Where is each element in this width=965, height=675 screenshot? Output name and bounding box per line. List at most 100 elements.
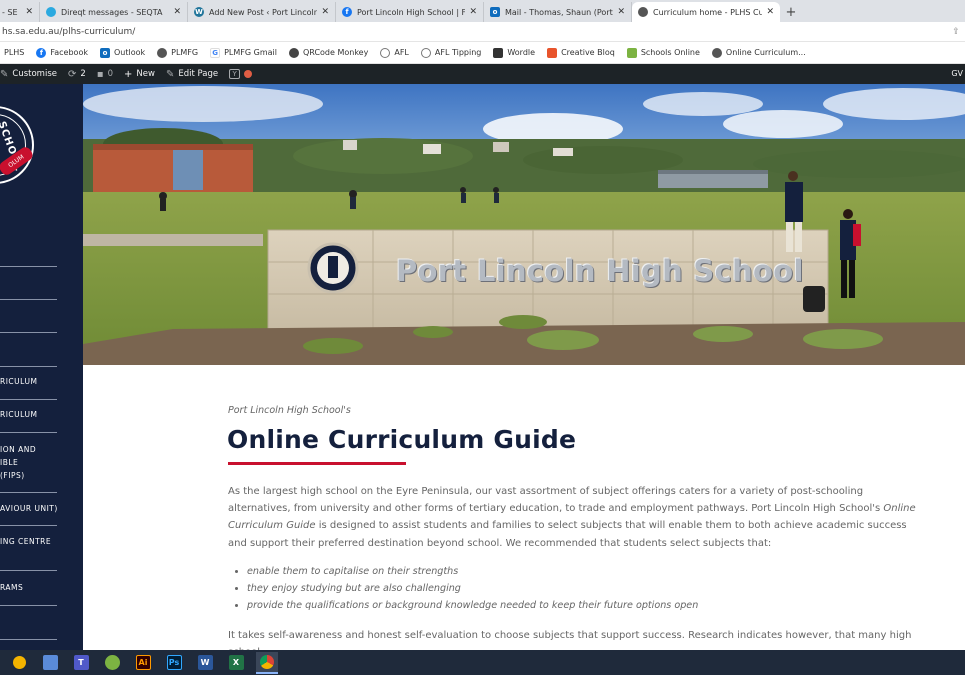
bookmark-label: Creative Bloq: [561, 48, 615, 57]
bookmark-schools-online[interactable]: Schools Online: [626, 47, 700, 58]
url-text[interactable]: hs.sa.edu.au/plhs-curriculum/: [2, 27, 947, 37]
bookmark-label: Online Curriculum...: [725, 48, 806, 57]
updates-link[interactable]: ⟳ 2: [68, 69, 86, 80]
bookmark-label: Outlook: [113, 48, 146, 57]
school-crest-logo[interactable]: SCHOOL OLUM: [0, 106, 35, 184]
afl-icon: [380, 47, 391, 58]
creative-bloq-icon: [547, 47, 558, 58]
bookmark-qrcode-monkey[interactable]: QRCode Monkey: [288, 47, 369, 58]
bookmark-label: PLHS: [4, 48, 25, 57]
nav-divider: [0, 639, 57, 640]
bookmark-label: QRCode Monkey: [302, 48, 369, 57]
taskbar-globe-icon[interactable]: [101, 652, 123, 674]
bookmark-label: Wordle: [507, 48, 536, 57]
customise-link[interactable]: ✎ Customise: [0, 69, 57, 80]
sidebar-item-behaviour-unit[interactable]: AVIOUR UNIT): [0, 502, 58, 515]
taskbar-word-icon[interactable]: W: [194, 652, 216, 674]
tab-label: Add New Post ‹ Port Lincoln Hig: [209, 7, 318, 17]
site-sidebar: SCHOOL OLUM RICULUM RICULUM ION AND IBLE…: [0, 84, 83, 650]
new-tab-button[interactable]: +: [780, 2, 802, 22]
comments-link[interactable]: ▪ 0: [97, 69, 113, 80]
edit-page-link[interactable]: ✎ Edit Page: [166, 69, 218, 80]
wordle-grid-icon: [493, 47, 504, 58]
address-bar[interactable]: hs.sa.edu.au/plhs-curriculum/ ⇪: [0, 22, 965, 42]
taskbar-file-explorer-icon[interactable]: [39, 652, 61, 674]
bookmark-label: PLMFG: [171, 48, 199, 57]
pencil-icon: ✎: [165, 68, 175, 80]
refresh-icon: ⟳: [67, 68, 77, 80]
close-icon[interactable]: ✕: [469, 7, 477, 17]
bookmark-plhs[interactable]: PLHS: [4, 48, 24, 57]
sidebar-item-curriculum-2[interactable]: RICULUM: [0, 408, 37, 421]
close-icon[interactable]: ✕: [25, 7, 33, 17]
nav-divider: [0, 525, 57, 526]
share-icon[interactable]: ⇪: [947, 27, 965, 37]
seo-link[interactable]: Y: [229, 69, 253, 79]
sidebar-item-programs[interactable]: RAMS: [0, 581, 23, 594]
bookmark-afl[interactable]: AFL: [380, 47, 409, 58]
nav-divider: [0, 399, 57, 400]
taskbar-ie-icon[interactable]: [8, 652, 30, 674]
nav-divider: [0, 366, 57, 367]
taskbar-excel-icon[interactable]: X: [225, 652, 247, 674]
browser-tab-add-new-post[interactable]: W Add New Post ‹ Port Lincoln Hig ✕: [188, 2, 336, 22]
browser-tab-seqta-messages[interactable]: Direqt messages - SEQTA ✕: [40, 2, 188, 22]
tab-label: Port Lincoln High School | Faceb: [357, 7, 466, 17]
page-kicker: Port Lincoln High School's: [228, 405, 351, 416]
bookmark-wordle[interactable]: Wordle: [493, 47, 536, 58]
globe-icon: [711, 47, 722, 58]
bookmark-creative-bloq[interactable]: Creative Bloq: [547, 47, 615, 58]
seqta-favicon-icon: [46, 7, 56, 17]
hero-banner-image: Port Lincoln High School: [83, 84, 965, 365]
bookmark-online-curriculum[interactable]: Online Curriculum...: [711, 47, 806, 58]
wp-admin-bar: ✎ Customise ⟳ 2 ▪ 0 + New ✎ Edit Page Y GV: [0, 64, 965, 84]
bookmark-label: Facebook: [50, 48, 88, 57]
second-paragraph: It takes self-awareness and honest self-…: [228, 630, 912, 650]
pencil-icon: ✎: [0, 68, 9, 80]
browser-tab-facebook[interactable]: f Port Lincoln High School | Faceb ✕: [336, 2, 484, 22]
bookmark-afl-tipping[interactable]: AFL Tipping: [420, 47, 482, 58]
nav-divider: [0, 299, 57, 300]
globe-favicon-icon: [638, 7, 648, 17]
close-icon[interactable]: ✕: [173, 7, 181, 17]
close-icon[interactable]: ✕: [617, 7, 625, 17]
list-item: provide the qualifications or background…: [247, 597, 698, 614]
taskbar-teams-icon[interactable]: T: [70, 652, 92, 674]
sidebar-item-curriculum-1[interactable]: RICULUM: [0, 375, 37, 388]
bookmark-outlook[interactable]: o Outlook: [99, 47, 146, 58]
windows-taskbar: T Ai Ps W X: [0, 650, 965, 675]
schools-online-icon: [626, 47, 637, 58]
browser-tab-mail[interactable]: o Mail - Thomas, Shaun (Port Linc ✕: [484, 2, 632, 22]
tab-label: Direqt messages - SEQTA: [61, 7, 163, 17]
taskbar-illustrator-icon[interactable]: Ai: [132, 652, 154, 674]
new-content-link[interactable]: + New: [124, 69, 155, 80]
new-label: New: [136, 69, 155, 79]
outlook-favicon-icon: o: [490, 7, 500, 17]
close-icon[interactable]: ✕: [766, 7, 774, 17]
browser-tab-curriculum-home[interactable]: Curriculum home - PLHS Curricu ✕: [632, 2, 780, 22]
bookmark-label: AFL Tipping: [434, 48, 482, 57]
sidebar-item-learning-centre[interactable]: ING CENTRE: [0, 535, 51, 548]
close-icon[interactable]: ✕: [321, 7, 329, 17]
yoast-icon: Y: [229, 69, 241, 79]
account-label[interactable]: GV: [951, 69, 963, 78]
title-underline: [228, 462, 406, 465]
nav-divider: [0, 492, 57, 493]
bookmark-plmfg[interactable]: PLMFG: [157, 47, 199, 58]
bookmark-label: PLMFG Gmail: [224, 48, 277, 57]
bookmarks-bar: PLHS f Facebook o Outlook PLMFG G PLMFG Gma…: [0, 42, 965, 64]
comment-icon: ▪: [96, 68, 104, 80]
nav-divider: [0, 570, 57, 571]
nav-divider: [0, 432, 57, 433]
bookmark-facebook[interactable]: f Facebook: [36, 47, 88, 58]
sidebar-item-fips[interactable]: ION AND IBLE (FIPS): [0, 443, 36, 482]
plus-icon: +: [124, 68, 133, 80]
browser-tab-seqta-partial[interactable]: - SE ✕: [0, 2, 40, 22]
taskbar-photoshop-icon[interactable]: Ps: [163, 652, 185, 674]
bookmark-plmfg-gmail[interactable]: G PLMFG Gmail: [210, 47, 277, 58]
globe-icon: [157, 47, 168, 58]
intro-paragraph: As the largest high school on the Eyre P…: [228, 486, 916, 549]
taskbar-chrome-icon[interactable]: [256, 651, 278, 674]
list-item: they enjoy studying but are also challen…: [247, 580, 698, 597]
tab-label: Curriculum home - PLHS Curricu: [653, 7, 763, 17]
